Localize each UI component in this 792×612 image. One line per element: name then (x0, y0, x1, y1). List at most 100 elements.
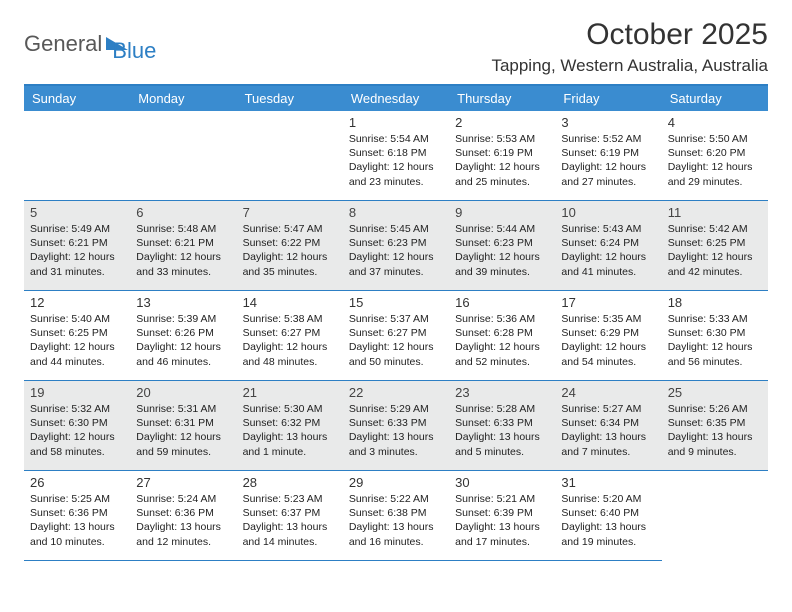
empty-cell (24, 111, 130, 201)
calendar-cell: 27 Sunrise: 5:24 AMSunset: 6:36 PMDayligh… (130, 471, 236, 561)
day-number: 25 (668, 385, 762, 400)
day-info: Sunrise: 5:37 AMSunset: 6:27 PMDaylight:… (349, 312, 443, 369)
weekday-header: Thursday (449, 86, 555, 111)
day-info: Sunrise: 5:43 AMSunset: 6:24 PMDaylight:… (561, 222, 655, 279)
calendar-cell: 17Sunrise: 5:35 AMSunset: 6:29 PMDayligh… (555, 291, 661, 381)
weekday-header: Saturday (662, 86, 768, 111)
day-number: 13 (136, 295, 230, 310)
calendar-cell: 28Sunrise: 5:23 AMSunset: 6:37 PMDayligh… (237, 471, 343, 561)
day-info: Sunrise: 5:49 AMSunset: 6:21 PMDaylight:… (30, 222, 124, 279)
day-number: 23 (455, 385, 549, 400)
calendar-cell: 10Sunrise: 5:43 AMSunset: 6:24 PMDayligh… (555, 201, 661, 291)
day-info: Sunrise: 5:44 AMSunset: 6:23 PMDaylight:… (455, 222, 549, 279)
day-number: 24 (561, 385, 655, 400)
calendar-cell: 25 Sunrise: 5:26 AMSunset: 6:35 PMDayligh… (662, 381, 768, 471)
day-info: Sunrise: 5:23 AMSunset: 6:37 PMDaylight:… (243, 492, 337, 549)
day-info: Sunrise: 5:25 AMSunset: 6:36 PMDaylight:… (30, 492, 124, 549)
calendar-cell: 16Sunrise: 5:36 AMSunset: 6:28 PMDayligh… (449, 291, 555, 381)
calendar-cell: 31 Sunrise: 5:20 AMSunset: 6:40 PMDayligh… (555, 471, 661, 561)
calendar-cell: 24 Sunrise: 5:27 AMSunset: 6:34 PMDayligh… (555, 381, 661, 471)
calendar-grid: SundayMondayTuesdayWednesdayThursdayFrid… (24, 84, 768, 561)
day-info: Sunrise: 5:50 AMSunset: 6:20 PMDaylight:… (668, 132, 762, 189)
day-info: Sunrise: 5:45 AMSunset: 6:23 PMDaylight:… (349, 222, 443, 279)
calendar-cell: 5 Sunrise: 5:49 AMSunset: 6:21 PMDaylight… (24, 201, 130, 291)
day-info: Sunrise: 5:38 AMSunset: 6:27 PMDaylight:… (243, 312, 337, 369)
day-info: Sunrise: 5:42 AMSunset: 6:25 PMDaylight:… (668, 222, 762, 279)
weekday-header: Friday (555, 86, 661, 111)
location-text: Tapping, Western Australia, Australia (491, 56, 768, 76)
weekday-header: Wednesday (343, 86, 449, 111)
day-number: 6 (136, 205, 230, 220)
calendar-cell: 8Sunrise: 5:45 AMSunset: 6:23 PMDaylight… (343, 201, 449, 291)
calendar-cell: 6 Sunrise: 5:48 AMSunset: 6:21 PMDaylight… (130, 201, 236, 291)
calendar-cell: 18 Sunrise: 5:33 AMSunset: 6:30 PMDayligh… (662, 291, 768, 381)
day-info: Sunrise: 5:30 AMSunset: 6:32 PMDaylight:… (243, 402, 337, 459)
month-title: October 2025 (491, 18, 768, 52)
day-number: 7 (243, 205, 337, 220)
weekday-header: Monday (130, 86, 236, 111)
calendar-cell: 30 Sunrise: 5:21 AMSunset: 6:39 PMDayligh… (449, 471, 555, 561)
day-number: 31 (561, 475, 655, 490)
day-number: 20 (136, 385, 230, 400)
calendar-cell: 20 Sunrise: 5:31 AMSunset: 6:31 PMDayligh… (130, 381, 236, 471)
day-info: Sunrise: 5:21 AMSunset: 6:39 PMDaylight:… (455, 492, 549, 549)
calendar-cell: 11 Sunrise: 5:42 AMSunset: 6:25 PMDayligh… (662, 201, 768, 291)
day-info: Sunrise: 5:28 AMSunset: 6:33 PMDaylight:… (455, 402, 549, 459)
day-number: 1 (349, 115, 443, 130)
day-info: Sunrise: 5:47 AMSunset: 6:22 PMDaylight:… (243, 222, 337, 279)
day-number: 30 (455, 475, 549, 490)
empty-cell (237, 111, 343, 201)
day-number: 15 (349, 295, 443, 310)
day-info: Sunrise: 5:39 AMSunset: 6:26 PMDaylight:… (136, 312, 230, 369)
day-number: 12 (30, 295, 124, 310)
calendar-cell: 19 Sunrise: 5:32 AMSunset: 6:30 PMDayligh… (24, 381, 130, 471)
day-info: Sunrise: 5:48 AMSunset: 6:21 PMDaylight:… (136, 222, 230, 279)
calendar-cell: 14 Sunrise: 5:38 AMSunset: 6:27 PMDayligh… (237, 291, 343, 381)
day-info: Sunrise: 5:53 AMSunset: 6:19 PMDaylight:… (455, 132, 549, 189)
day-number: 4 (668, 115, 762, 130)
day-number: 18 (668, 295, 762, 310)
day-info: Sunrise: 5:26 AMSunset: 6:35 PMDaylight:… (668, 402, 762, 459)
day-number: 17 (561, 295, 655, 310)
day-number: 29 (349, 475, 443, 490)
calendar-cell: 23 Sunrise: 5:28 AMSunset: 6:33 PMDayligh… (449, 381, 555, 471)
calendar-cell: 3 Sunrise: 5:52 AMSunset: 6:19 PMDaylight… (555, 111, 661, 201)
weekday-header: Tuesday (237, 86, 343, 111)
calendar-cell: 2 Sunrise: 5:53 AMSunset: 6:19 PMDaylight… (449, 111, 555, 201)
day-number: 5 (30, 205, 124, 220)
day-number: 14 (243, 295, 337, 310)
logo: General Blue (24, 24, 156, 64)
calendar-cell: 9 Sunrise: 5:44 AMSunset: 6:23 PMDaylight… (449, 201, 555, 291)
day-info: Sunrise: 5:22 AMSunset: 6:38 PMDaylight:… (349, 492, 443, 549)
day-info: Sunrise: 5:24 AMSunset: 6:36 PMDaylight:… (136, 492, 230, 549)
calendar-cell: 4 Sunrise: 5:50 AMSunset: 6:20 PMDaylight… (662, 111, 768, 201)
logo-text-blue: Blue (112, 24, 156, 64)
day-info: Sunrise: 5:54 AMSunset: 6:18 PMDaylight:… (349, 132, 443, 189)
day-info: Sunrise: 5:52 AMSunset: 6:19 PMDaylight:… (561, 132, 655, 189)
day-number: 3 (561, 115, 655, 130)
title-block: October 2025 Tapping, Western Australia,… (491, 18, 768, 76)
day-info: Sunrise: 5:32 AMSunset: 6:30 PMDaylight:… (30, 402, 124, 459)
day-info: Sunrise: 5:40 AMSunset: 6:25 PMDaylight:… (30, 312, 124, 369)
calendar-cell: 13 Sunrise: 5:39 AMSunset: 6:26 PMDayligh… (130, 291, 236, 381)
day-info: Sunrise: 5:27 AMSunset: 6:34 PMDaylight:… (561, 402, 655, 459)
day-number: 9 (455, 205, 549, 220)
calendar-cell: 15 Sunrise: 5:37 AMSunset: 6:27 PMDayligh… (343, 291, 449, 381)
calendar-cell: 22Sunrise: 5:29 AMSunset: 6:33 PMDayligh… (343, 381, 449, 471)
day-info: Sunrise: 5:31 AMSunset: 6:31 PMDaylight:… (136, 402, 230, 459)
calendar-cell: 21Sunrise: 5:30 AMSunset: 6:32 PMDayligh… (237, 381, 343, 471)
calendar-cell: 1 Sunrise: 5:54 AMSunset: 6:18 PMDaylight… (343, 111, 449, 201)
day-info: Sunrise: 5:20 AMSunset: 6:40 PMDaylight:… (561, 492, 655, 549)
calendar-cell: 7 Sunrise: 5:47 AMSunset: 6:22 PMDaylight… (237, 201, 343, 291)
empty-cell (130, 111, 236, 201)
header: General Blue October 2025 Tapping, Weste… (24, 18, 768, 76)
day-info: Sunrise: 5:33 AMSunset: 6:30 PMDaylight:… (668, 312, 762, 369)
day-number: 11 (668, 205, 762, 220)
day-info: Sunrise: 5:29 AMSunset: 6:33 PMDaylight:… (349, 402, 443, 459)
logo-text-general: General (24, 31, 102, 57)
day-number: 19 (30, 385, 124, 400)
calendar-cell: 26Sunrise: 5:25 AMSunset: 6:36 PMDayligh… (24, 471, 130, 561)
day-number: 2 (455, 115, 549, 130)
day-info: Sunrise: 5:36 AMSunset: 6:28 PMDaylight:… (455, 312, 549, 369)
day-number: 27 (136, 475, 230, 490)
